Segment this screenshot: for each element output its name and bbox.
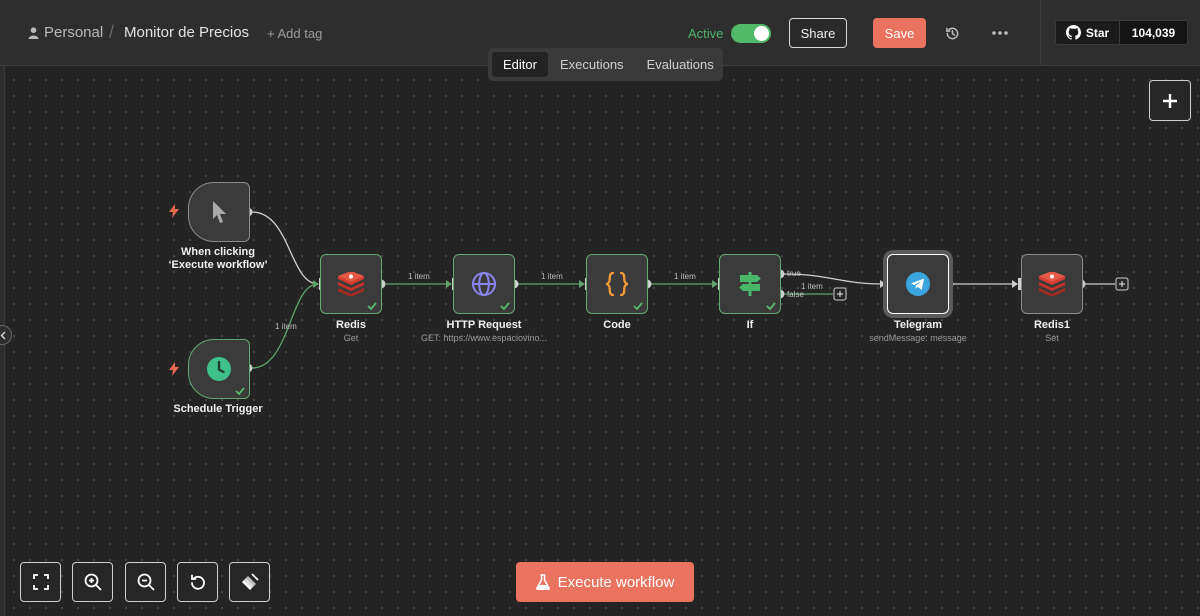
github-star-button[interactable]: Star [1056,21,1119,44]
redis-icon [1039,272,1065,296]
github-star-label: Star [1085,25,1110,40]
undo-icon [191,574,205,590]
node-sub-redis1: Set [1045,333,1059,343]
node-label-code: Code [603,319,631,331]
node-http-request[interactable] [453,254,515,314]
toggle-knob [754,26,769,41]
user-icon [28,26,39,39]
add-node-button[interactable] [1149,80,1191,121]
zoom-in-icon [84,573,102,591]
zoom-in-button[interactable] [72,562,113,602]
node-label-manual-trigger: When clicking ‘Execute workflow’ [168,246,268,271]
breadcrumb-separator: / [109,22,115,42]
edge-label-code-if: 1 item [674,272,696,281]
tidy-up-button[interactable] [229,562,270,602]
signpost-icon [739,272,761,296]
edge-label-true: true [787,269,801,278]
success-check-icon [633,302,643,310]
fit-view-icon [32,574,49,590]
node-label-redis1: Redis1 [1033,319,1071,331]
zoom-out-icon [137,573,155,591]
more-horizontal-icon [992,31,1008,35]
node-redis1[interactable] [1021,254,1083,314]
node-manual-trigger[interactable] [188,182,250,242]
clock-icon [207,357,231,381]
save-button[interactable]: Save [873,18,926,48]
edge-label-http-code: 1 item [541,272,563,281]
braces-icon [605,271,629,297]
history-icon [945,27,958,39]
success-check-icon [766,302,776,310]
execute-workflow-label: Execute workflow [557,573,675,591]
add-tag-button[interactable]: + Add tag [267,26,322,41]
broom-icon [241,573,259,590]
node-label-redis: Redis [336,319,366,331]
redis-icon [338,272,364,296]
tab-evaluations[interactable]: Evaluations [636,52,725,77]
node-label-schedule-trigger: Schedule Trigger [173,403,263,415]
edge-label-schedule: 1 item [275,322,297,331]
zoom-to-fit-button[interactable] [20,562,61,602]
github-star-widget[interactable]: Star 104,039 [1055,20,1188,45]
node-code[interactable] [586,254,648,314]
workflow-title[interactable]: Monitor de Precios [124,24,249,41]
node-label-http-request: HTTP Request [446,319,522,331]
node-schedule-trigger[interactable] [188,339,250,399]
node-telegram[interactable] [887,254,949,314]
tab-executions[interactable]: Executions [549,52,635,77]
view-tabs: Editor Executions Evaluations [488,48,723,81]
edge-label-redis-http: 1 item [408,272,430,281]
edge-label-false: false [787,290,804,299]
node-label-telegram: Telegram [893,319,943,331]
edge-label-false-items: 1 item [801,282,823,291]
node-sub-redis: Get [343,333,359,343]
history-button[interactable] [940,22,964,44]
globe-icon [472,272,496,296]
tab-editor[interactable]: Editor [492,52,548,77]
active-toggle[interactable] [731,24,771,43]
execute-workflow-button[interactable]: Execute workflow [516,562,694,602]
github-star-count: 104,039 [1119,21,1187,44]
reset-zoom-button[interactable] [177,562,218,602]
trigger-bolt-icon [169,362,179,376]
active-label: Active [688,26,724,41]
trigger-bolt-icon [169,204,179,218]
breadcrumb-project[interactable]: Personal [28,24,103,41]
node-sub-telegram: sendMessage: message [869,333,967,343]
breadcrumb-project-label: Personal [44,24,104,41]
success-check-icon [500,302,510,310]
node-if[interactable] [719,254,781,314]
chevron-left-icon [0,331,6,339]
node-redis[interactable] [320,254,382,314]
plus-icon [1163,93,1177,108]
node-sub-http-request: GET: https://www.espaciovino... [420,333,548,343]
github-icon [1065,25,1081,40]
success-check-icon [235,387,245,395]
flask-icon [535,574,550,590]
more-options-button[interactable] [988,22,1012,44]
telegram-icon [906,272,930,296]
zoom-out-button[interactable] [125,562,166,602]
cursor-pointer-icon [212,201,226,223]
node-label-if: If [746,319,754,331]
header-divider [1040,0,1041,66]
success-check-icon [367,302,377,310]
share-button[interactable]: Share [789,18,847,48]
